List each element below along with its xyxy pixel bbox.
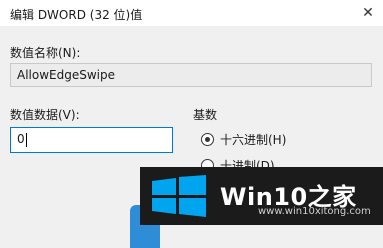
radio-hexadecimal-label: 十六进制(H) [220, 133, 287, 147]
close-button[interactable]: ✕ [353, 0, 383, 26]
value-data-label: 数值数据(V): [10, 108, 80, 122]
dialog-titlebar: 编辑 DWORD (32 位)值 ✕ [0, 0, 383, 26]
value-data-text: 0 [17, 132, 25, 146]
value-data-input[interactable]: 0 [10, 127, 173, 153]
radio-button-selected [201, 133, 214, 146]
value-name-field[interactable]: AllowEdgeSwipe [10, 63, 372, 87]
windows-logo-icon [152, 175, 206, 217]
close-icon: ✕ [362, 5, 374, 21]
dialog-title: 编辑 DWORD (32 位)值 [10, 8, 143, 22]
value-name-text: AllowEdgeSwipe [17, 68, 115, 82]
base-group-label: 基数 [193, 108, 218, 122]
watermark-url: www.win10xitong.com [258, 206, 371, 217]
text-caret [25, 132, 27, 147]
radio-hexadecimal[interactable]: 十六进制(H) [201, 131, 286, 148]
value-name-label: 数值名称(N): [10, 46, 81, 60]
